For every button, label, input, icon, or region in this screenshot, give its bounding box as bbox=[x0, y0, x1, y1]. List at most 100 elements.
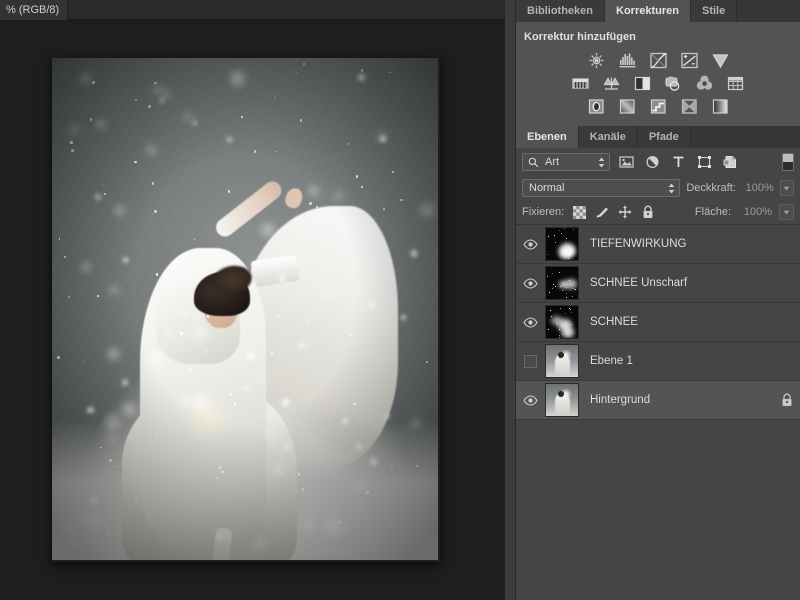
layer-visibility-toggle[interactable] bbox=[516, 381, 545, 420]
thumb-speck bbox=[570, 323, 572, 325]
layer-name[interactable]: SCHNEE bbox=[579, 316, 774, 328]
filter-enable-toggle[interactable] bbox=[782, 153, 794, 171]
thumb-speck bbox=[558, 328, 560, 330]
blend-mode-select[interactable]: Normal bbox=[522, 179, 681, 200]
layer-list[interactable]: TIEFENWIRKUNG SCHNEE Unscharf SCHNEE Ebene … bbox=[516, 224, 800, 420]
shape-layer-filter-icon[interactable] bbox=[694, 153, 714, 171]
blend-mode-value: Normal bbox=[529, 182, 565, 194]
thumb-speck bbox=[572, 229, 574, 231]
tab-korrekturen[interactable]: Korrekturen bbox=[605, 0, 691, 22]
lock-position-icon[interactable] bbox=[617, 204, 633, 220]
adjustments-panel: Korrektur hinzufügen bbox=[516, 22, 800, 126]
image-canvas[interactable] bbox=[52, 58, 438, 560]
right-panel-dock: Bibliotheken Korrekturen Stile Korrektur… bbox=[505, 0, 800, 600]
photo-filter-icon[interactable] bbox=[663, 74, 684, 93]
thumb-speck bbox=[561, 324, 563, 326]
thumb-speck bbox=[566, 296, 568, 298]
tab-pfade[interactable]: Pfade bbox=[637, 126, 691, 148]
lock-image-icon[interactable] bbox=[594, 204, 610, 220]
chevron-updown-icon bbox=[598, 157, 605, 174]
thumb-speck bbox=[561, 290, 563, 292]
layer-thumbnail[interactable] bbox=[545, 344, 579, 378]
brightness-contrast-icon[interactable] bbox=[586, 51, 607, 70]
fill-value[interactable]: 100% bbox=[738, 206, 772, 218]
eye-icon bbox=[523, 394, 538, 406]
adjustment-layer-filter-icon[interactable] bbox=[642, 153, 662, 171]
layer-row[interactable]: Hintergrund bbox=[516, 381, 800, 420]
selective-color-icon[interactable] bbox=[679, 97, 700, 116]
thumb-speck bbox=[559, 337, 561, 338]
layer-row[interactable]: SCHNEE Unscharf bbox=[516, 264, 800, 303]
layer-visibility-toggle[interactable] bbox=[516, 342, 545, 381]
vibrance-icon[interactable] bbox=[710, 51, 731, 70]
thumb-speck bbox=[551, 288, 553, 290]
layer-name[interactable]: Ebene 1 bbox=[579, 355, 774, 367]
lock-label: Fixieren: bbox=[522, 206, 565, 218]
canvas-workspace[interactable] bbox=[0, 20, 505, 600]
layer-thumbnail[interactable] bbox=[545, 305, 579, 339]
opacity-stepper[interactable] bbox=[779, 180, 794, 196]
tab-stile[interactable]: Stile bbox=[690, 0, 738, 22]
thumb-speck bbox=[564, 241, 566, 243]
thumb-speck bbox=[572, 288, 574, 290]
layer-name[interactable]: SCHNEE Unscharf bbox=[579, 277, 774, 289]
lock-all-icon[interactable] bbox=[640, 204, 656, 220]
chevron-updown-icon bbox=[668, 183, 675, 200]
layer-thumbnail[interactable] bbox=[545, 266, 579, 300]
document-tab[interactable]: % (RGB/8) bbox=[0, 0, 69, 20]
color-lookup-icon[interactable] bbox=[725, 74, 746, 93]
eye-icon bbox=[523, 316, 538, 328]
thumb-speck bbox=[571, 295, 573, 297]
black-white-icon[interactable] bbox=[632, 74, 653, 93]
thumb-speck bbox=[568, 247, 570, 249]
layer-visibility-toggle[interactable] bbox=[516, 225, 545, 264]
tab-label: Pfade bbox=[648, 131, 679, 143]
thumb-speck bbox=[554, 285, 556, 287]
curves-icon[interactable] bbox=[648, 51, 669, 70]
layers-panel: Art Normal Deckkraft: 100% Fixieren: Flä… bbox=[516, 148, 800, 587]
tab-ebenen[interactable]: Ebenen bbox=[516, 126, 579, 148]
smart-object-filter-icon[interactable] bbox=[720, 153, 740, 171]
channel-mixer-icon[interactable] bbox=[694, 74, 715, 93]
layer-visibility-toggle[interactable] bbox=[516, 303, 545, 342]
lock-transparency-icon[interactable] bbox=[571, 204, 587, 220]
layer-thumbnail[interactable] bbox=[545, 227, 579, 261]
opacity-value[interactable]: 100% bbox=[742, 182, 774, 194]
panel-gutter bbox=[505, 0, 516, 600]
thumb-speck bbox=[560, 285, 561, 287]
invert-icon[interactable] bbox=[586, 97, 607, 116]
photo-composition bbox=[52, 58, 438, 560]
layer-lock-indicator bbox=[774, 393, 800, 407]
tab-bibliotheken[interactable]: Bibliotheken bbox=[516, 0, 606, 22]
hue-saturation-icon[interactable] bbox=[570, 74, 591, 93]
thumb-speck bbox=[552, 283, 554, 285]
adjustment-icon-grid bbox=[516, 47, 800, 118]
layer-thumbnail[interactable] bbox=[545, 383, 579, 417]
color-balance-icon[interactable] bbox=[601, 74, 622, 93]
thumb-blob bbox=[561, 327, 575, 338]
pixel-layer-filter-icon[interactable] bbox=[616, 153, 636, 171]
layer-row[interactable]: Ebene 1 bbox=[516, 342, 800, 381]
document-tab-bar: % (RGB/8) bbox=[0, 0, 505, 20]
exposure-icon[interactable] bbox=[679, 51, 700, 70]
layer-name[interactable]: Hintergrund bbox=[579, 394, 774, 406]
fill-stepper[interactable] bbox=[779, 204, 794, 220]
posterize-icon[interactable] bbox=[617, 97, 638, 116]
layer-visibility-toggle[interactable] bbox=[516, 264, 545, 303]
layer-name[interactable]: TIEFENWIRKUNG bbox=[579, 238, 774, 250]
layer-row[interactable]: SCHNEE bbox=[516, 303, 800, 342]
filter-kind-select[interactable]: Art bbox=[522, 153, 610, 171]
layer-row[interactable]: TIEFENWIRKUNG bbox=[516, 225, 800, 264]
adjustments-tabstrip: Bibliotheken Korrekturen Stile bbox=[516, 0, 800, 22]
threshold-icon[interactable] bbox=[648, 97, 669, 116]
levels-icon[interactable] bbox=[617, 51, 638, 70]
thumb-speck bbox=[569, 250, 571, 252]
type-layer-filter-icon[interactable] bbox=[668, 153, 688, 171]
thumb-speck bbox=[552, 272, 554, 274]
photoshop-window: % (RGB/8) Bibliotheken Korrekturen Stile… bbox=[0, 0, 800, 600]
adjustments-heading: Korrektur hinzufügen bbox=[524, 31, 636, 43]
gradient-map-icon[interactable] bbox=[710, 97, 731, 116]
thumb-speck bbox=[557, 323, 559, 325]
tab-kanaele[interactable]: Kanäle bbox=[578, 126, 638, 148]
thumb-speck bbox=[560, 232, 562, 234]
